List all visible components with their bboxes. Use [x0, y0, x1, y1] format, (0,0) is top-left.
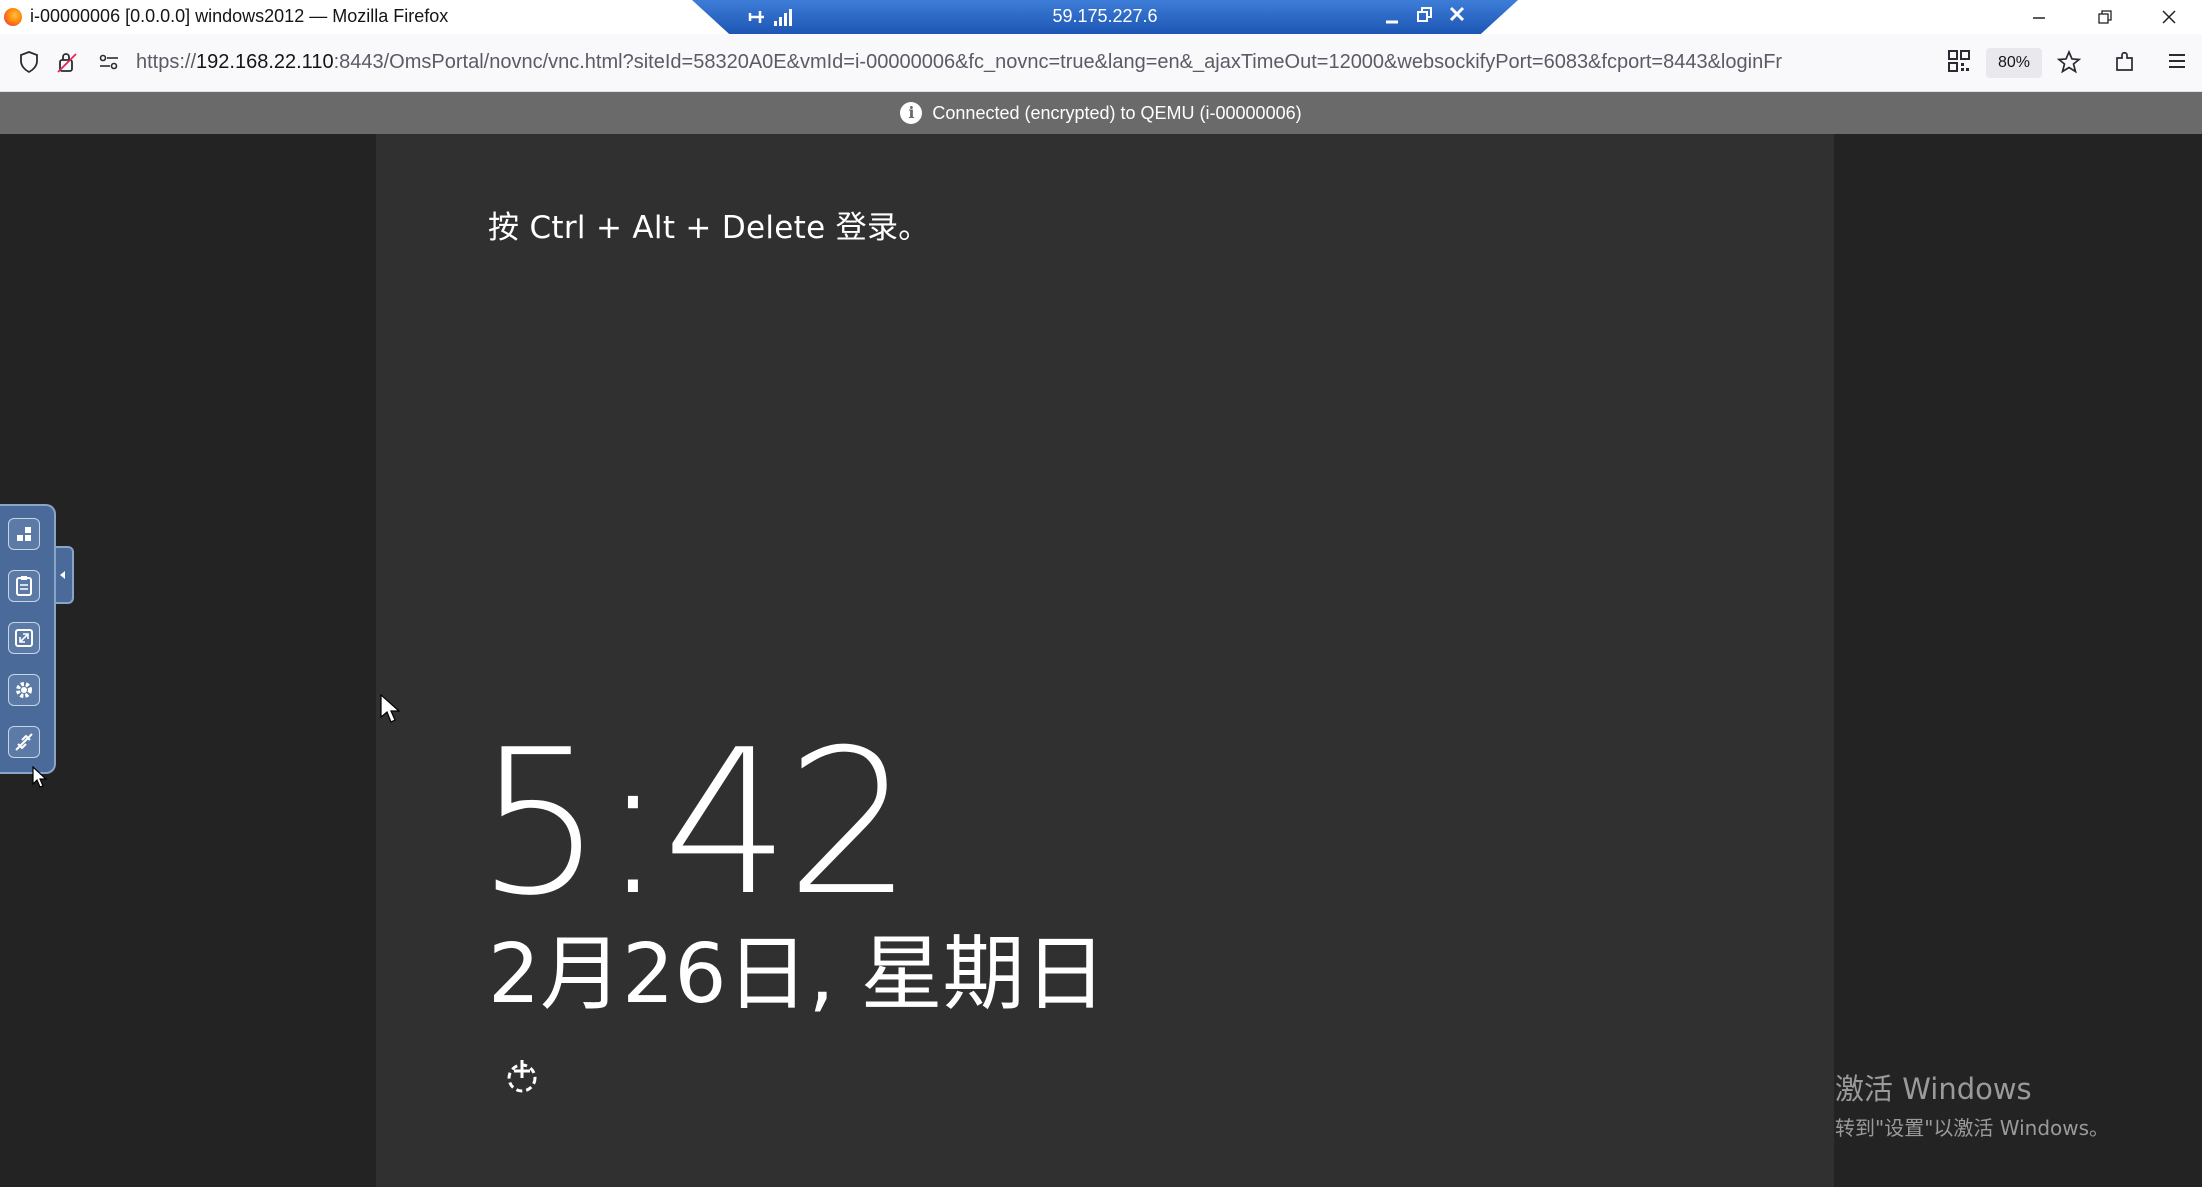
activate-windows-watermark: 激活 Windows 转到"设置"以激活 Windows。	[1835, 1066, 2109, 1141]
close-icon	[2162, 10, 2176, 24]
hamburger-menu-icon[interactable]	[2164, 50, 2190, 76]
vnc-control-bar	[0, 504, 56, 774]
settings-button[interactable]	[8, 674, 40, 706]
url-prefix: https://	[136, 51, 197, 73]
watermark-title: 激活 Windows	[1835, 1072, 2032, 1106]
clock-time: 5:42	[476, 707, 913, 940]
extensions-icon[interactable]	[2112, 50, 2138, 76]
page-permissions-icon[interactable]	[96, 50, 122, 76]
extra-keys-button[interactable]	[8, 518, 40, 550]
window-title: i-00000006 [0.0.0.0] windows2012 — Mozil…	[30, 6, 449, 26]
rdp-connection-bar: 59.175.227.6	[692, 0, 1518, 34]
url-input[interactable]: https://192.168.22.110:8443/OmsPortal/no…	[136, 51, 1936, 74]
firefox-logo-icon	[4, 8, 22, 26]
minimize-icon	[2033, 17, 2045, 19]
disconnect-button[interactable]	[8, 726, 40, 758]
disconnect-icon	[15, 733, 33, 751]
restore-icon	[2098, 10, 2112, 24]
browser-navbar: https://192.168.22.110:8443/OmsPortal/no…	[0, 34, 2202, 92]
watermark-subtitle: 转到"设置"以激活 Windows。	[1835, 1116, 2110, 1140]
fullscreen-icon	[15, 629, 33, 647]
info-icon: i	[900, 102, 923, 124]
close-icon	[1449, 6, 1465, 22]
clipboard-button[interactable]	[8, 570, 40, 602]
ease-of-access-icon[interactable]	[502, 1056, 542, 1096]
qr-code-icon[interactable]	[1946, 50, 1972, 76]
clock-date: 2月26日, 星期日	[488, 927, 1107, 1022]
clipboard-icon	[16, 576, 32, 596]
rdp-minimize-button[interactable]	[1384, 2, 1400, 32]
url-path: :8443/OmsPortal/novnc/vnc.html?siteId=58…	[333, 51, 1783, 73]
fullscreen-button[interactable]	[8, 622, 40, 654]
settings-icon	[16, 682, 32, 698]
vnc-status-bar: i Connected (encrypted) to QEMU (i-00000…	[0, 92, 2202, 134]
vnc-status-text: Connected (encrypted) to QEMU (i-0000000…	[932, 102, 1302, 123]
close-window-button[interactable]	[2136, 0, 2202, 34]
url-host: 192.168.22.110	[196, 51, 334, 73]
bookmark-star-icon[interactable]	[2056, 49, 2082, 76]
insecure-lock-icon[interactable]	[54, 50, 80, 76]
collapse-arrow-icon	[60, 571, 65, 579]
extra-keys-icon	[17, 527, 31, 541]
zoom-level-button[interactable]: 80%	[1986, 48, 2042, 78]
rdp-restore-button[interactable]	[1416, 2, 1434, 32]
restore-icon	[1417, 7, 1432, 22]
vnc-control-bar-handle[interactable]	[56, 546, 74, 604]
login-prompt: 按 Ctrl + Alt + Delete 登录。	[488, 210, 930, 246]
minimize-window-button[interactable]	[2006, 0, 2072, 34]
tracking-protection-shield-icon[interactable]	[16, 50, 42, 76]
restore-window-button[interactable]	[2072, 0, 2138, 34]
mouse-pointer-icon	[380, 694, 401, 723]
mouse-pointer-icon	[32, 766, 48, 788]
minimize-icon	[1386, 20, 1398, 24]
remote-lock-screen[interactable]: 按 Ctrl + Alt + Delete 登录。 5:42 2月26日, 星期…	[376, 134, 1834, 1187]
rdp-close-button[interactable]	[1448, 2, 1466, 32]
